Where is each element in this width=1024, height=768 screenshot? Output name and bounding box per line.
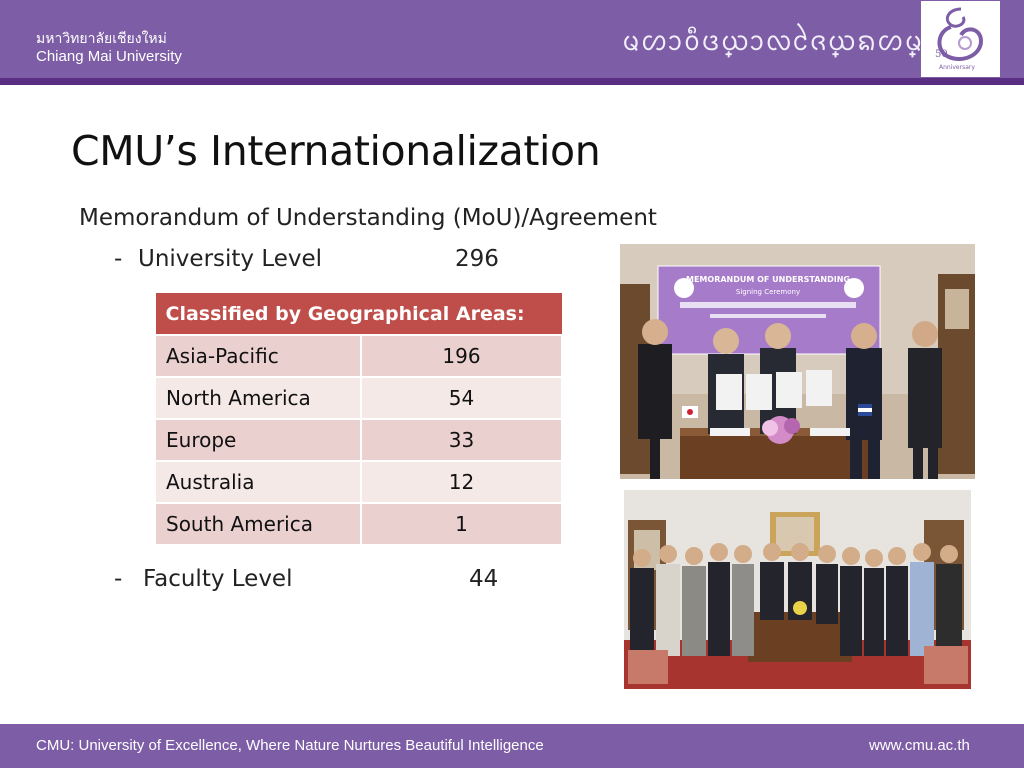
footer-url-link[interactable]: www.cmu.ac.th [869, 737, 970, 754]
faculty-level-label: Faculty Level [143, 566, 293, 592]
university-english-name: Chiang Mai University [36, 48, 182, 65]
faculty-level-dash: - [114, 566, 123, 592]
count-cell: 33 [360, 418, 563, 462]
svg-text:50: 50 [935, 49, 948, 60]
count-cell: 12 [360, 460, 563, 504]
group-photo-image [624, 490, 971, 689]
area-cell: South America [154, 502, 362, 546]
table-header-row: Classified by Geographical Areas: [154, 292, 563, 336]
mou-signing-photo-image: MEMORANDUM OF UNDERSTANDING Signing Cere… [620, 244, 975, 479]
lanna-script-name: ᨾᩉᩣᩅᩥᨴ᩠ᨿᩣᩃᩱᨩ᩠ᨿᨦᩉ᩠ᨾᩲ᩵ [622, 26, 941, 57]
table-row: South America 1 [154, 502, 563, 546]
count-cell: 196 [360, 334, 563, 378]
faculty-level-value: 44 [469, 566, 499, 592]
area-cell: Australia [154, 460, 362, 504]
table-row: Asia-Pacific 196 [154, 334, 563, 378]
university-level-value: 296 [455, 246, 499, 272]
table-row: Australia 12 [154, 460, 563, 504]
area-cell: Europe [154, 418, 362, 462]
banner-title: MEMORANDUM OF UNDERSTANDING [686, 275, 850, 284]
table-header: Classified by Geographical Areas: [154, 292, 563, 336]
university-level-label: University Level [138, 246, 323, 272]
geographic-areas-table: Classified by Geographical Areas: Asia-P… [154, 292, 563, 546]
university-thai-name: มหาวิทยาลัยเชียงใหม่ [36, 30, 167, 46]
university-level-dash: - [114, 246, 123, 272]
anniversary-logo: 50 Anniversary [921, 1, 1000, 77]
svg-text:Anniversary: Anniversary [939, 64, 975, 71]
group-photo [624, 490, 971, 689]
banner-subtitle: Signing Ceremony [736, 288, 800, 296]
anniversary-logo-icon: 50 Anniversary [935, 7, 984, 71]
table-row: Europe 33 [154, 418, 563, 462]
area-cell: Asia-Pacific [154, 334, 362, 378]
mou-subtitle: Memorandum of Understanding (MoU)/Agreem… [79, 205, 657, 231]
mou-signing-photo: MEMORANDUM OF UNDERSTANDING Signing Cere… [620, 244, 975, 479]
table-row: North America 54 [154, 376, 563, 420]
footer-tagline: CMU: University of Excellence, Where Nat… [36, 737, 544, 754]
slide-title: CMU’s Internationalization [71, 127, 601, 175]
count-cell: 1 [360, 502, 563, 546]
count-cell: 54 [360, 376, 563, 420]
area-cell: North America [154, 376, 362, 420]
header-stripe [0, 78, 1024, 85]
